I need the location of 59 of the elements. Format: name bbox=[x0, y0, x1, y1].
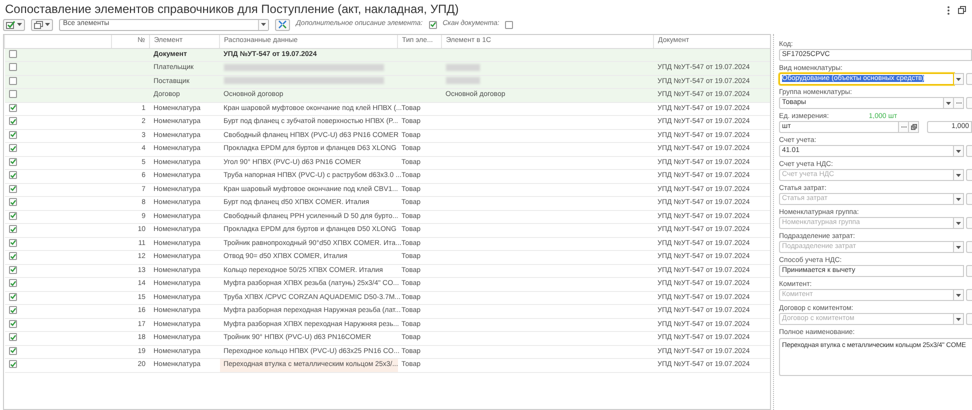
checkbox[interactable] bbox=[8, 333, 16, 342]
checkbox[interactable] bbox=[8, 158, 16, 166]
checkbox[interactable] bbox=[8, 279, 16, 288]
caret-icon bbox=[956, 174, 961, 176]
arrows-icon bbox=[278, 20, 287, 29]
window-title: Сопоставление элементов справочников для Поступление (акт, накладная, УПД) bbox=[4, 1, 460, 17]
checkbox[interactable] bbox=[8, 117, 16, 126]
checkbox[interactable] bbox=[8, 252, 16, 260]
checkbox[interactable] bbox=[8, 212, 16, 220]
caret-icon bbox=[956, 246, 961, 248]
copy-icon bbox=[34, 20, 43, 28]
caret-icon bbox=[956, 78, 961, 80]
checkbox[interactable] bbox=[8, 225, 16, 234]
dropdown-button[interactable] bbox=[954, 289, 964, 301]
caret-icon bbox=[956, 294, 961, 296]
checkbox[interactable] bbox=[8, 306, 16, 314]
caret-icon bbox=[17, 23, 22, 26]
caret-icon bbox=[956, 150, 961, 152]
checkbox[interactable] bbox=[8, 238, 16, 247]
checkbox[interactable] bbox=[505, 20, 514, 28]
dropdown-button[interactable] bbox=[954, 241, 964, 253]
caret-icon bbox=[956, 222, 961, 224]
caret-icon bbox=[946, 102, 951, 104]
caret-icon bbox=[261, 23, 266, 26]
select-button[interactable] bbox=[954, 97, 964, 109]
dropdown-button[interactable] bbox=[954, 217, 964, 229]
checkbox[interactable] bbox=[8, 346, 16, 355]
checkbox[interactable] bbox=[8, 198, 16, 206]
dropdown-button[interactable] bbox=[954, 73, 964, 85]
dropdown-button[interactable] bbox=[954, 193, 964, 205]
checkbox[interactable] bbox=[8, 130, 16, 139]
dropdown-button[interactable] bbox=[954, 169, 964, 181]
checkbox[interactable] bbox=[8, 320, 16, 328]
dropdown-button[interactable] bbox=[954, 313, 964, 325]
match-button[interactable] bbox=[275, 18, 290, 30]
select-button[interactable] bbox=[899, 121, 909, 133]
checkbox[interactable] bbox=[8, 90, 16, 98]
checkbox[interactable] bbox=[8, 292, 16, 301]
caret-icon bbox=[956, 318, 961, 320]
checkbox[interactable] bbox=[8, 50, 16, 58]
checkbox[interactable] bbox=[8, 76, 16, 85]
dropdown-button[interactable] bbox=[944, 97, 954, 109]
checkbox[interactable] bbox=[8, 171, 16, 180]
checkbox[interactable] bbox=[428, 20, 437, 28]
checkbox[interactable] bbox=[8, 144, 16, 152]
copy-button[interactable] bbox=[31, 18, 53, 30]
checkbox[interactable] bbox=[8, 266, 16, 274]
checkbox[interactable] bbox=[8, 360, 16, 368]
checklist-icon bbox=[6, 20, 15, 28]
restore-icon[interactable] bbox=[958, 6, 966, 14]
checkbox[interactable] bbox=[8, 184, 16, 193]
caret-icon bbox=[45, 23, 50, 26]
caret-icon bbox=[956, 198, 961, 200]
checkbox[interactable] bbox=[8, 104, 16, 112]
open-button[interactable] bbox=[909, 121, 919, 133]
dropdown-button[interactable] bbox=[954, 145, 964, 157]
check-all-button[interactable] bbox=[3, 18, 25, 30]
more-icon[interactable] bbox=[947, 6, 950, 14]
checkbox[interactable] bbox=[8, 63, 16, 72]
